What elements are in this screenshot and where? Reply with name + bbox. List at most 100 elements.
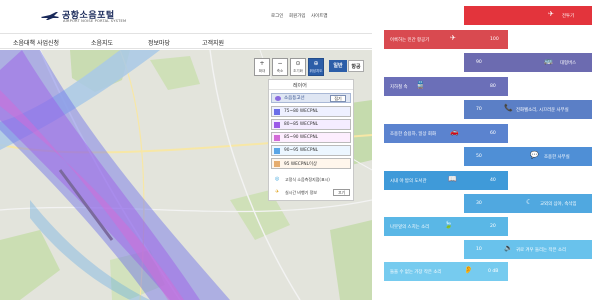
reset-button[interactable]: ⊙ 초기화 [290,58,306,76]
moon-icon: ☾ [526,198,533,206]
legend-row-label: 85~90 WECPNL [284,135,319,140]
subway-icon: 🚆 [416,81,425,89]
book-icon: 📖 [448,175,457,183]
noise-bar-bus: 90 🚌 대형버스 [464,53,592,72]
noise-bar-label: 교외의 심야, 속삭임 [540,202,577,207]
nav-item-noise-program[interactable]: 소음대책 사업신청 [13,38,59,47]
noise-bar-label: 대형버스 [560,61,577,66]
satellite-icon: ⊕ [313,60,319,67]
zoom-in-button[interactable]: + 확대 [254,58,270,76]
legend-row-85-90[interactable]: 85~90 WECPNL [271,132,351,143]
noise-bar-value: 30 [476,201,482,206]
layer-eye-icon [275,96,281,101]
noise-bar-label: 나뭇잎의 스치는 소리 [390,225,430,230]
noise-bar-office: 70 📞 전화벨소리, 시끄러운 사무실 [464,100,592,119]
noise-contour-toggle[interactable]: 소음등고선 접기 [271,93,351,103]
legend-row-label: 80~85 WECPNL [284,122,319,127]
noise-bar-value: 20 [490,224,496,229]
realtime-flight-toggle[interactable]: ✈ 실시간 비행기 정보 끄기 [271,187,351,198]
layer-legend-panel: 레이어 소음등고선 접기 75~80 WECPNL 80~85 WECPNL 8… [268,79,354,201]
realtime-flight-label: 실시간 비행기 정보 [285,190,317,195]
noise-map[interactable]: + 확대 − 축소 ⊙ 초기화 ⊕ 위성지도 일반 항공 레이어 소음등고선 접… [0,50,372,300]
noise-bar-leaves: 나뭇잎의 스치는 소리 🍃 20 [384,217,508,236]
legend-swatch [274,148,280,154]
noise-bar-value: 10 [476,247,482,252]
satellite-map-button[interactable]: ⊕ 위성지도 [308,58,324,76]
aerial-view-button[interactable]: 항공 [348,60,364,72]
noise-bar-value: 60 [490,131,496,136]
noise-bar-whisper: 30 ☾ 교외의 심야, 속삭임 [464,194,592,213]
noise-bar-value: 50 [476,154,482,159]
legend-row-95-plus[interactable]: 95 WECPNL이상 [271,158,351,169]
reset-label: 초기화 [293,69,303,73]
noise-bar-subway: 지하철 속 🚆 80 [384,77,508,96]
noise-bar-label: 조용한 승용차, 일상 회화 [390,132,436,137]
noise-level-infographic: ✈ 전투기 이륙하는 민간 항공기 ✈ 100 90 🚌 대형버스 지하철 속 … [372,0,600,300]
noise-bar-value: 80 [490,84,496,89]
noise-bar-fighter: ✈ 전투기 [464,6,592,25]
legend-swatch [274,122,280,128]
login-link[interactable]: 로그인 [271,13,283,19]
nav-item-noise-map[interactable]: 소음지도 [91,38,113,47]
measurement-point-label: 고정식 소음측정지점(표시) [285,177,330,182]
legend-row-80-85[interactable]: 80~85 WECPNL [271,119,351,130]
bus-icon: 🚌 [544,57,553,65]
collapse-legend-button[interactable]: 접기 [330,95,346,102]
noise-bar-label: 이륙하는 민간 항공기 [390,38,430,43]
legend-swatch [274,109,280,115]
zoom-out-icon: − [277,60,283,67]
speaker-icon: 🔈 [504,244,513,252]
airplane-icon: ✈ [275,189,280,195]
noise-bar-label: 전투기 [562,14,575,19]
noise-bar-library: 시내 야 밤의 도서관 📖 40 [384,171,508,190]
normal-view-button[interactable]: 일반 [329,60,347,72]
leaf-icon: 🍃 [444,221,453,229]
noise-bar-airliner: 이륙하는 민간 항공기 ✈ 100 [384,30,508,49]
measurement-point-icon: ◎ [275,176,280,182]
noise-bar-value: 0 dB [488,269,499,274]
noise-bar-value: 100 [490,37,499,42]
noise-portal-panel: 공항소음포털 AIRPORT NOISE PORTAL SYSTEM 로그인 회… [0,0,372,300]
noise-bar-quiet-office: 50 💬 조용한 사무실 [464,147,592,166]
sitemap-link[interactable]: 사이트맵 [311,13,328,19]
noise-bar-label: 전화벨소리, 시끄러운 사무실 [516,108,569,113]
flight-off-button[interactable]: 끄기 [333,189,350,196]
airplane-logo-icon [41,12,59,20]
noise-bar-label: 지하철 속 [390,85,408,90]
portal-logo[interactable]: 공항소음포털 AIRPORT NOISE PORTAL SYSTEM [40,7,130,25]
noise-bar-label: 귀로 겨우 들리는 작은 소리 [516,248,567,253]
noise-bar-label: 들을 수 없는 가장 작은 소리 [390,270,442,275]
measurement-point-toggle[interactable]: ◎ 고정식 소음측정지점(표시) [271,174,351,185]
noise-bar-value: 40 [490,178,496,183]
noise-bar-label: 조용한 사무실 [544,155,570,160]
fighter-jet-icon: ✈ [548,10,554,18]
legend-swatch [274,135,280,141]
noise-bar-value: 70 [476,107,482,112]
noise-bar-value: 90 [476,60,482,65]
reset-icon: ⊙ [295,60,301,67]
legend-row-75-80[interactable]: 75~80 WECPNL [271,106,351,117]
noise-bar-inaudible: 들을 수 없는 가장 작은 소리 👂 0 dB [384,262,508,281]
airliner-icon: ✈ [450,34,456,42]
car-icon: 🚗 [450,128,459,136]
zoom-out-button[interactable]: − 축소 [272,58,288,76]
legend-row-label: 90~95 WECPNL [284,148,319,153]
main-nav: 소음대책 사업신청 소음지도 정보마당 고객지원 [0,33,372,49]
noise-contour-label: 소음등고선 [284,96,305,101]
zoom-in-label: 확대 [258,69,266,73]
satellite-label: 위성지도 [309,69,323,73]
legend-row-90-95[interactable]: 90~95 WECPNL [271,145,351,156]
legend-swatch [274,161,280,167]
phone-icon: 📞 [504,104,513,112]
speech-icon: 💬 [530,151,539,159]
zoom-out-label: 축소 [276,69,284,73]
screen: 공항소음포털 AIRPORT NOISE PORTAL SYSTEM 로그인 회… [0,0,600,300]
legend-title: 레이어 [269,80,353,90]
legend-row-label: 95 WECPNL이상 [284,162,317,167]
ear-icon: 👂 [464,266,473,274]
noise-bar-car: 조용한 승용차, 일상 회화 🚗 60 [384,124,508,143]
zoom-in-icon: + [259,60,265,67]
nav-item-support[interactable]: 고객지원 [202,38,224,47]
signup-link[interactable]: 회원가입 [289,13,306,19]
nav-item-info[interactable]: 정보마당 [148,38,170,47]
